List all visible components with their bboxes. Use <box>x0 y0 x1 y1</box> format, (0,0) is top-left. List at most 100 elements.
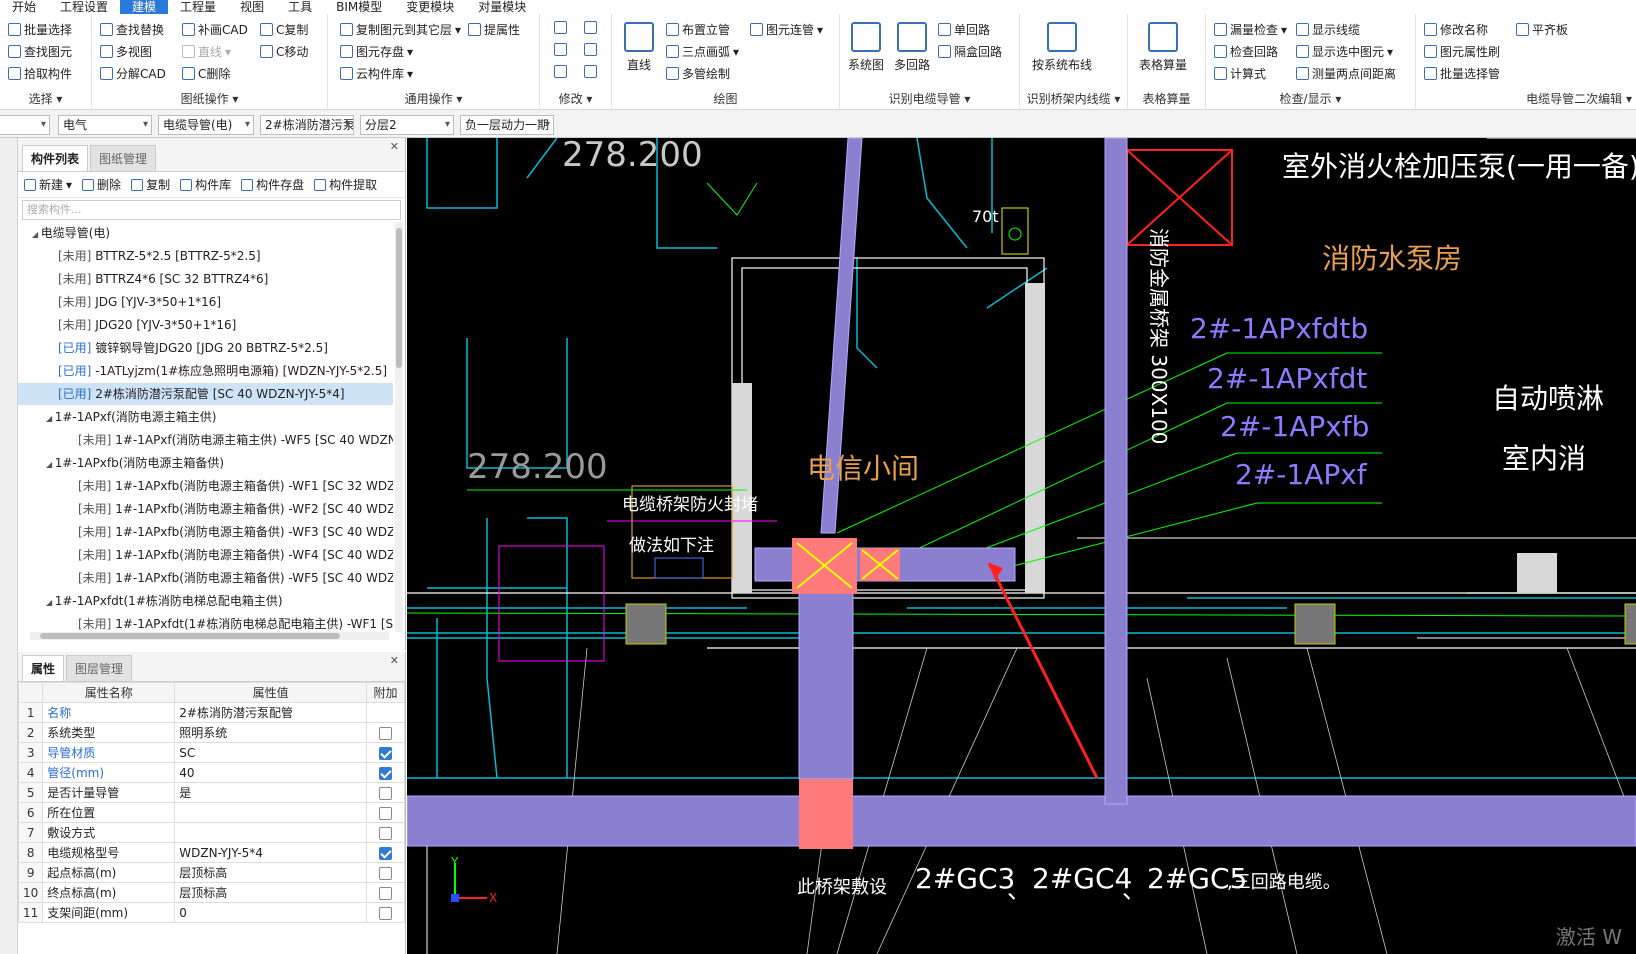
group-caption-draw[interactable]: 绘图 <box>612 90 839 107</box>
multi-pipe-button[interactable]: 多管绘制 <box>666 65 730 82</box>
extra-checkbox[interactable] <box>379 886 392 900</box>
tree-item[interactable]: [未用] 1#-1APxfb(消防电源主箱备供) -WF3 [SC 40 WDZ… <box>18 521 393 543</box>
close-icon[interactable]: ✕ <box>390 654 399 667</box>
modify-mirror-icon[interactable] <box>584 43 597 56</box>
system-diagram-button[interactable]: 系统图 <box>848 22 884 73</box>
group-caption-check[interactable]: 检查/显示 ▾ <box>1206 90 1415 107</box>
c-move-button[interactable]: C移动 <box>260 43 308 60</box>
batch-select-pipe-button[interactable]: 批量选择管 <box>1424 65 1500 82</box>
new-button[interactable]: 新建 ▾ <box>24 176 72 193</box>
menu-tab-change[interactable]: 变更模块 <box>394 0 466 14</box>
cad-canvas[interactable]: 278.200 278.200 室外消火栓加压泵(一用一备) 消防水泵房 电信小… <box>407 138 1636 954</box>
property-row[interactable]: 5 是否计量导管是 <box>17 782 405 803</box>
tree-item[interactable]: [未用] 1#-1APxfb(消防电源主箱备供) -WF2 [SC 40 WDZ… <box>18 498 393 520</box>
extra-checkbox[interactable] <box>379 906 392 920</box>
modify-offset-icon[interactable] <box>584 21 597 34</box>
layer-select[interactable]: 分层2 <box>360 115 454 135</box>
extract-property-button[interactable]: 提属性 <box>468 21 520 38</box>
property-row[interactable]: 6 所在位置 <box>17 802 405 823</box>
library-button[interactable]: 构件库 <box>180 176 231 193</box>
show-cable-button[interactable]: 显示线缆 <box>1296 21 1360 38</box>
extra-checkbox[interactable] <box>379 746 392 760</box>
discipline-select[interactable]: 电气 <box>58 115 152 135</box>
tree-item[interactable]: [未用] 1#-1APxfb(消防电源主箱备供) -WF4 [SC 40 WDZ… <box>18 544 393 566</box>
property-row[interactable]: 3 导管材质 SC <box>17 742 405 763</box>
element-connect-button[interactable]: 图元连管 ▾ <box>750 21 823 38</box>
tree-item[interactable]: [已用] -1ATLyjzm(1#栋应急照明电源箱) [WDZN-YJY-5*2… <box>18 360 393 382</box>
scroll-thumb[interactable] <box>40 633 340 639</box>
save-component-button[interactable]: 构件存盘 <box>241 176 304 193</box>
menu-tab-bim[interactable]: BIM模型 <box>324 0 394 14</box>
tree-group[interactable]: ◢ 1#-1APxfdt(1#栋消防电梯总配电箱主供) <box>18 590 393 612</box>
group-caption-drawing[interactable]: 图纸操作 ▾ <box>92 90 327 107</box>
show-selected-button[interactable]: 显示选中图元 ▾ <box>1296 43 1393 60</box>
modify-move-icon[interactable] <box>554 43 567 56</box>
menu-tab-modeling[interactable]: 建模 <box>120 0 169 14</box>
extract-component-button[interactable]: 构件提取 <box>314 176 377 193</box>
property-row[interactable]: 9 起点标高(m) 层顶标高 <box>17 862 405 883</box>
expand-icon[interactable]: ◢ <box>46 414 55 423</box>
tree-item[interactable]: [未用] 1#-1APxfb(消防电源主箱备供) -WF1 [SC 32 WDZ… <box>18 475 393 497</box>
menu-tab-quantity[interactable]: 工程量 <box>168 0 228 14</box>
batch-select-button[interactable]: 批量选择 <box>8 21 72 38</box>
property-value[interactable]: 2#栋消防潜污泵配管 <box>174 702 367 723</box>
cloud-library-button[interactable]: 云构件库 ▾ <box>340 65 413 82</box>
filter-select-0[interactable] <box>0 115 50 135</box>
find-element-button[interactable]: 查找图元 <box>8 43 72 60</box>
group-caption-edit2[interactable]: 电缆导管二次编辑 ▾ <box>1416 90 1636 107</box>
line-button-disabled[interactable]: 直线 ▾ <box>182 43 231 60</box>
menu-tab-view[interactable]: 视图 <box>228 0 276 14</box>
property-value[interactable] <box>174 802 367 823</box>
group-caption-tray[interactable]: 识别桥架内线缆 ▾ <box>1020 90 1127 107</box>
tree-item[interactable]: [未用] 1#-1APxf(消防电源主箱主供) -WF5 [SC 40 WDZN… <box>18 429 393 451</box>
tree-item[interactable]: [未用] BTTRZ-5*2.5 [BTTRZ-5*2.5] <box>18 245 393 267</box>
three-point-arc-button[interactable]: 三点画弧 ▾ <box>666 43 739 60</box>
property-row[interactable]: 8 电缆规格型号 WDZN-YJY-5*4 <box>17 842 405 863</box>
property-value[interactable]: 40 <box>174 762 367 783</box>
delete-button[interactable]: 删除 <box>82 176 121 193</box>
extra-checkbox[interactable] <box>379 866 392 880</box>
tree-item[interactable]: [未用] JDG [YJV-3*50+1*16] <box>18 291 393 313</box>
rename-button[interactable]: 修改名称 <box>1424 21 1488 38</box>
modify-copy-icon[interactable] <box>554 21 567 34</box>
tree-horizontal-scrollbar[interactable] <box>30 632 389 640</box>
extra-checkbox[interactable] <box>379 726 392 740</box>
property-value[interactable] <box>174 822 367 843</box>
tree-item[interactable]: [已用] 镀锌钢导管JDG20 [JDG 20 BBTRZ-5*2.5] <box>18 337 393 359</box>
tree-item[interactable]: [未用] JDG20 [YJV-3*50+1*16] <box>18 314 393 336</box>
expand-icon[interactable]: ◢ <box>46 460 55 469</box>
single-loop-button[interactable]: 单回路 <box>938 21 990 38</box>
property-value[interactable]: 层顶标高 <box>174 862 367 883</box>
align-slab-button[interactable]: 平齐板 <box>1516 21 1568 38</box>
explode-cad-button[interactable]: 分解CAD <box>100 65 166 82</box>
expand-icon[interactable]: ◢ <box>32 230 41 239</box>
floor-select[interactable]: 负一层动力一期 <box>460 115 554 135</box>
multi-loop-button[interactable]: 多回路 <box>894 22 930 73</box>
component-type-select[interactable]: 电缆导管(电) <box>158 115 254 135</box>
route-by-system-button[interactable]: 按系统布线 <box>1032 22 1092 73</box>
extra-checkbox[interactable] <box>379 786 392 800</box>
copy-to-other-layer-button[interactable]: 复制图元到其它层 ▾ <box>340 21 461 38</box>
tree-vertical-scrollbar[interactable] <box>395 222 403 632</box>
bottom-fitting[interactable] <box>799 779 853 849</box>
copy-button[interactable]: 复制 <box>131 176 170 193</box>
find-replace-button[interactable]: 查找替换 <box>100 21 164 38</box>
vertical-tray-down[interactable] <box>798 592 854 780</box>
vertical-pipe-button[interactable]: 布置立管 <box>666 21 730 38</box>
property-row[interactable]: 2 系统类型 照明系统 <box>17 722 405 743</box>
tree-item[interactable]: [已用] 2#栋消防潜污泵配管 [SC 40 WDZN-YJY-5*4] <box>18 383 393 405</box>
property-value[interactable]: SC <box>174 742 367 763</box>
menu-tab-project-settings[interactable]: 工程设置 <box>48 0 120 14</box>
tab-component-list[interactable]: 构件列表 <box>22 145 89 171</box>
property-row[interactable]: 10 终点标高(m) 层顶标高 <box>17 882 405 903</box>
box-loop-button[interactable]: 隔盒回路 <box>938 43 1002 60</box>
vertical-cable-tray[interactable] <box>1104 138 1128 805</box>
menu-tab-compare[interactable]: 对量模块 <box>466 0 538 14</box>
missing-check-button[interactable]: 漏量检查 ▾ <box>1214 21 1287 38</box>
modify-rotate-icon[interactable] <box>584 65 597 78</box>
extra-checkbox[interactable] <box>379 766 392 780</box>
table-quantity-button[interactable]: 表格算量 <box>1139 22 1187 73</box>
property-value[interactable]: 0 <box>174 902 367 923</box>
property-value[interactable]: WDZN-YJY-5*4 <box>174 842 367 863</box>
property-value[interactable]: 层顶标高 <box>174 882 367 903</box>
